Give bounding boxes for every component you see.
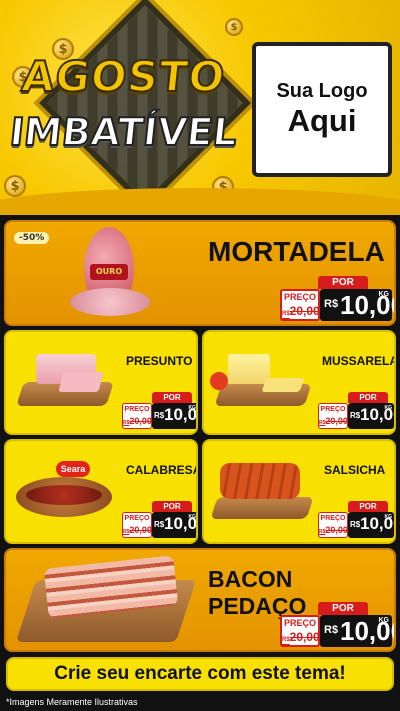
logo-placeholder[interactable]: Sua Logo Aqui: [252, 42, 392, 177]
old-price-value: R$20,00: [123, 524, 152, 538]
discount-badge: -50%: [14, 232, 50, 244]
preco-label: PREÇO: [320, 406, 346, 413]
logo-text-line1: Sua Logo: [276, 80, 368, 102]
promo-title-line1: AGOSTO: [18, 51, 228, 102]
old-price: PREÇO R$20,00: [280, 289, 320, 321]
old-price: PREÇO R$20,00: [122, 403, 152, 429]
old-price-value: R$20,00: [319, 415, 348, 429]
new-price: R$ 10,00 KG: [348, 512, 394, 538]
product-card-bacon[interactable]: BACON PEDAÇO POR PREÇO R$20,00 R$ 10,00 …: [4, 548, 396, 652]
price-tag: POR PREÇO R$20,00 R$ 10,00 KG: [318, 501, 394, 539]
product-name: MORTADELA: [208, 236, 385, 267]
tomato-image: [210, 372, 228, 390]
seara-logo: Seara: [56, 461, 90, 477]
new-price: R$ 10,00 KG: [152, 403, 197, 429]
cta-banner[interactable]: Crie seu encarte com este tema!: [6, 657, 394, 691]
currency-symbol: R$: [324, 624, 339, 636]
old-price-prefix: R$: [282, 311, 290, 317]
old-price-number: 20,00: [289, 304, 320, 318]
product-name: SALSICHA: [324, 463, 386, 477]
promo-title-line2: IMBATÍVEL: [7, 109, 241, 155]
old-price-number: 20,00: [325, 416, 348, 426]
old-price: PREÇO R$20,00: [318, 512, 348, 538]
calabresa-image: [26, 485, 102, 505]
old-price-number: 20,00: [325, 525, 348, 535]
product-card-calabresa[interactable]: Seara CALABRESA POR PREÇO R$20,00 R$ 10,…: [4, 439, 198, 544]
unit-label: KG: [384, 514, 393, 520]
cutting-board: [210, 497, 314, 519]
unit-label: KG: [378, 617, 390, 624]
old-price: PREÇO R$20,00: [122, 512, 152, 538]
disclaimer-text: *Imagens Meramente Ilustrativas: [6, 697, 138, 707]
product-name: PRESUNTO: [126, 354, 193, 368]
mortadela-brand-label: OURO: [90, 264, 128, 280]
header-banner: $ $ $ $ $ AGOSTO IMBATÍVEL Sua Logo Aqui: [0, 0, 400, 215]
por-label: POR: [348, 501, 388, 512]
coin-symbol: $: [10, 178, 20, 194]
por-label: POR: [318, 602, 368, 615]
new-price: R$ 10,00 KG: [152, 512, 197, 538]
old-price-number: 20,00: [129, 416, 152, 426]
mussarela-slices-image: [261, 378, 305, 392]
product-card-mortadela[interactable]: -50% OURO MORTADELA POR PREÇO R$20,00 R$…: [4, 220, 396, 326]
product-name: MUSSARELA: [322, 354, 396, 368]
coin-icon: $: [4, 175, 26, 197]
currency-symbol: R$: [324, 298, 339, 310]
preco-label: PREÇO: [320, 515, 346, 522]
unit-label: KG: [188, 405, 197, 411]
new-price: R$ 10,00 KG: [320, 289, 394, 321]
old-price-value: R$20,00: [282, 304, 320, 321]
product-name: CALABRESA: [126, 463, 198, 477]
currency-symbol: R$: [350, 411, 361, 420]
por-label: POR: [152, 501, 192, 512]
salsicha-image: [220, 463, 300, 499]
currency-symbol: R$: [154, 411, 165, 420]
por-label: POR: [348, 392, 388, 403]
unit-label: KG: [188, 514, 197, 520]
header-wave: [0, 188, 400, 215]
new-price: R$ 10,00 KG: [320, 615, 394, 647]
por-label: POR: [152, 392, 192, 403]
logo-text-line2: Aqui: [287, 103, 357, 138]
price-tag: POR PREÇO R$20,00 R$ 10,00 KG: [280, 602, 394, 648]
new-price: R$ 10,00 KG: [348, 403, 394, 429]
coin-icon: $: [225, 18, 243, 36]
price-tag: POR PREÇO R$20,00 R$ 10,00 KG: [122, 392, 197, 430]
currency-symbol: R$: [154, 520, 165, 529]
old-price: PREÇO R$20,00: [280, 615, 320, 647]
presunto-slices-image: [58, 372, 104, 392]
old-price-value: R$20,00: [282, 630, 320, 647]
price-tag: POR PREÇO R$20,00 R$ 10,00 KG: [122, 501, 197, 539]
mussarela-image: [228, 354, 270, 384]
por-label: POR: [318, 276, 368, 289]
old-price-number: 20,00: [289, 630, 320, 644]
old-price-prefix: R$: [282, 637, 290, 643]
old-price-value: R$20,00: [123, 415, 152, 429]
mortadela-slices-image: [70, 288, 150, 316]
coin-symbol: $: [230, 21, 238, 33]
old-price-value: R$20,00: [319, 524, 348, 538]
preco-label: PREÇO: [124, 406, 150, 413]
preco-label: PREÇO: [283, 292, 316, 302]
unit-label: KG: [378, 291, 390, 298]
product-card-salsicha[interactable]: SALSICHA POR PREÇO R$20,00 R$ 10,00 KG: [202, 439, 396, 544]
old-price: PREÇO R$20,00: [318, 403, 348, 429]
price-tag: POR PREÇO R$20,00 R$ 10,00 KG: [318, 392, 394, 430]
price-tag: POR PREÇO R$20,00 R$ 10,00 KG: [280, 276, 394, 322]
preco-label: PREÇO: [283, 618, 316, 628]
product-card-mussarela[interactable]: MUSSARELA POR PREÇO R$20,00 R$ 10,00 KG: [202, 330, 396, 435]
preco-label: PREÇO: [124, 515, 150, 522]
currency-symbol: R$: [350, 520, 361, 529]
product-card-presunto[interactable]: PRESUNTO POR PREÇO R$20,00 R$ 10,00 KG: [4, 330, 198, 435]
old-price-number: 20,00: [129, 525, 152, 535]
unit-label: KG: [384, 405, 393, 411]
